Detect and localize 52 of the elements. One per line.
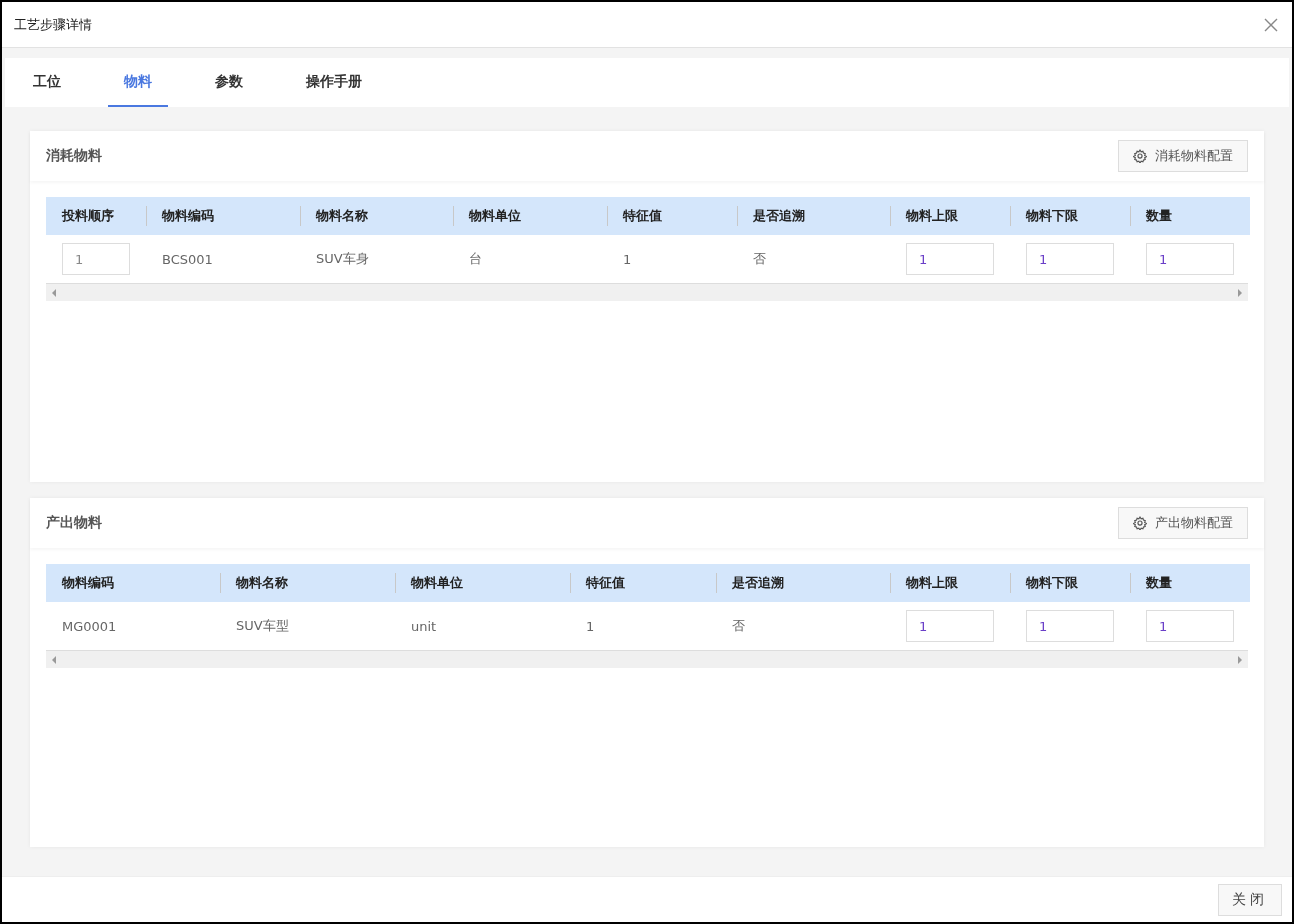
config-button[interactable]: 产出物料配置 [1118, 507, 1248, 539]
table-cell: unit [411, 618, 437, 634]
column-header: 特征值 [607, 197, 737, 235]
scroll-right-icon[interactable] [1237, 288, 1243, 297]
column-header: 物料名称 [300, 197, 453, 235]
settings-icon [1133, 149, 1147, 163]
column-header: 物料上限 [890, 564, 1010, 602]
column-header: 数量 [1130, 197, 1250, 235]
column-header: 物料名称 [220, 564, 395, 602]
table-cell: 否 [753, 250, 766, 268]
table-cell: SUV车身 [316, 250, 369, 268]
column-header: 物料单位 [395, 564, 570, 602]
column-header: 物料编码 [146, 197, 300, 235]
column-header: 数量 [1130, 564, 1250, 602]
scroll-right-icon[interactable] [1237, 655, 1243, 664]
column-header: 物料单位 [453, 197, 607, 235]
table-cell: MG0001 [62, 618, 117, 634]
scroll-left-icon[interactable] [51, 288, 57, 297]
column-header: 特征值 [570, 564, 716, 602]
table-cell: 否 [732, 617, 745, 635]
column-header: 物料下限 [1010, 564, 1130, 602]
tab[interactable]: 参数 [199, 58, 259, 107]
column-header: 是否追溯 [737, 197, 890, 235]
table-cell: 1 [586, 618, 595, 634]
input-field[interactable]: 1 [906, 610, 994, 642]
column-header: 物料上限 [890, 197, 1010, 235]
section-title: 消耗物料 [46, 147, 102, 165]
column-header: 物料下限 [1010, 197, 1130, 235]
tab[interactable]: 物料 [108, 58, 168, 107]
input-field[interactable]: 1 [62, 243, 130, 275]
scroll-left-icon[interactable] [51, 655, 57, 664]
tab[interactable]: 工位 [17, 58, 77, 107]
input-field[interactable]: 1 [1026, 610, 1114, 642]
dialog-title: 工艺步骤详情 [14, 15, 92, 34]
horizontal-scrollbar[interactable] [46, 283, 1248, 301]
input-field[interactable]: 1 [1146, 610, 1234, 642]
input-field[interactable]: 1 [1146, 243, 1234, 275]
table-cell: 1 [623, 251, 632, 267]
column-header: 投料顺序 [46, 197, 146, 235]
table-cell: BCS001 [162, 251, 213, 267]
table-cell: SUV车型 [236, 617, 289, 635]
config-button[interactable]: 消耗物料配置 [1118, 140, 1248, 172]
section-title: 产出物料 [46, 514, 102, 532]
column-header: 物料编码 [46, 564, 220, 602]
input-field[interactable]: 1 [906, 243, 994, 275]
horizontal-scrollbar[interactable] [46, 650, 1248, 668]
column-header: 是否追溯 [716, 564, 890, 602]
table-cell: 台 [469, 250, 482, 268]
input-field[interactable]: 1 [1026, 243, 1114, 275]
close-button[interactable]: 关闭 [1218, 883, 1282, 916]
tab[interactable]: 操作手册 [290, 58, 378, 107]
settings-icon [1133, 516, 1147, 530]
